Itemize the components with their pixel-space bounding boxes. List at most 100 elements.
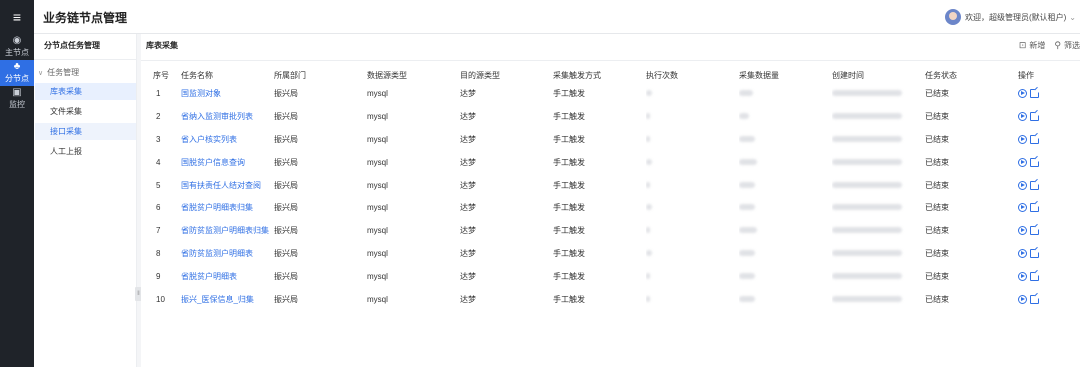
- hamburger-icon[interactable]: ≡: [0, 0, 34, 34]
- exec-count-cell: [646, 105, 739, 128]
- task-name-link[interactable]: 省脱贫户明细表: [181, 265, 274, 288]
- data-volume-cell: [739, 151, 832, 174]
- row-number: 10: [156, 294, 165, 304]
- edit-icon[interactable]: [1030, 226, 1039, 236]
- trigger-cell: 手工触发: [553, 134, 585, 144]
- row-number: 6: [156, 203, 161, 213]
- filter-button[interactable]: ⚲ 筛选: [1054, 40, 1080, 51]
- data-volume-cell: [739, 105, 832, 128]
- row-actions: [1018, 249, 1080, 259]
- redacted-value: [739, 89, 753, 96]
- edit-icon[interactable]: [1030, 249, 1039, 259]
- exec-count-cell: [646, 151, 739, 174]
- source-type-cell: mysql: [367, 180, 388, 190]
- exec-count-cell: [646, 196, 739, 219]
- tree-item-api-collect[interactable]: 接口采集: [35, 123, 136, 140]
- panel-title: 分节点任务管理: [44, 41, 100, 50]
- redacted-value: [739, 227, 757, 234]
- redacted-value: [832, 227, 902, 234]
- col-header-trigger: 采集触发方式: [553, 70, 601, 80]
- col-header-src: 数据源类型: [367, 70, 407, 80]
- ops-cell: [1018, 265, 1080, 288]
- rail-item-label: 分节点: [5, 74, 29, 83]
- ops-cell: [1018, 196, 1080, 219]
- nav-rail: ≡ ◉ 主节点 ♣ 分节点 ▣ 监控: [0, 0, 34, 367]
- edit-icon[interactable]: [1030, 111, 1039, 121]
- data-volume-cell: [739, 242, 832, 265]
- exec-count-cell: [646, 128, 739, 151]
- table-row: 5 国有扶责任人结对查阅 振兴局 mysql 达梦 手工触发 已结束: [141, 174, 1080, 197]
- run-icon[interactable]: [1018, 203, 1027, 213]
- tree-item-file-collect[interactable]: 文件采集: [35, 103, 136, 120]
- run-icon[interactable]: [1018, 88, 1027, 98]
- task-name-link[interactable]: 省防贫监测户明细表归集: [181, 219, 274, 242]
- rail-item-main-node[interactable]: ◉ 主节点: [0, 34, 34, 60]
- row-actions: [1018, 157, 1080, 167]
- exec-count-cell: [646, 242, 739, 265]
- edit-icon[interactable]: [1030, 88, 1039, 98]
- table-row: 8 省防贫监测户明细表 振兴局 mysql 达梦 手工触发 已结束: [141, 242, 1080, 265]
- edit-icon[interactable]: [1030, 203, 1039, 213]
- dept-cell: 振兴局: [274, 249, 298, 259]
- dept-cell: 振兴局: [274, 134, 298, 144]
- edit-icon[interactable]: [1030, 180, 1039, 190]
- edit-icon[interactable]: [1030, 134, 1039, 144]
- task-name-link[interactable]: 国脱贫户信息查询: [181, 151, 274, 174]
- dept-cell: 振兴局: [274, 157, 298, 167]
- edit-icon[interactable]: [1030, 157, 1039, 167]
- task-name-link[interactable]: 国有扶责任人结对查阅: [181, 174, 274, 197]
- edit-icon[interactable]: [1030, 272, 1039, 282]
- run-icon[interactable]: [1018, 134, 1027, 144]
- redacted-value: [739, 158, 757, 165]
- tree-item-table-collect[interactable]: 库表采集: [35, 83, 136, 100]
- run-icon[interactable]: [1018, 111, 1027, 121]
- add-label: 新增: [1029, 41, 1046, 50]
- user-menu[interactable]: 欢迎，超级管理员(默认租户) ⌄: [944, 9, 1076, 25]
- tree-item-manual-report[interactable]: 人工上报: [35, 143, 136, 160]
- status-cell: 已结束: [925, 203, 949, 213]
- dept-cell: 振兴局: [274, 294, 298, 304]
- data-volume-cell: [739, 82, 832, 105]
- redacted-value: [646, 135, 650, 142]
- add-button[interactable]: ⊡ 新增: [1019, 40, 1046, 51]
- network-icon: ♣: [13, 61, 21, 72]
- source-type-cell: mysql: [367, 111, 388, 121]
- table-row: 9 省脱贫户明细表 振兴局 mysql 达梦 手工触发 已结束: [141, 265, 1080, 288]
- redacted-value: [832, 135, 902, 142]
- run-icon[interactable]: [1018, 157, 1027, 167]
- task-name-link[interactable]: 省脱贫户明细表归集: [181, 196, 274, 219]
- run-icon[interactable]: [1018, 226, 1027, 236]
- row-number: 9: [156, 272, 161, 282]
- task-name-link[interactable]: 振兴_医保信息_归集: [181, 288, 274, 311]
- filter-label: 筛选: [1064, 41, 1080, 50]
- trigger-cell: 手工触发: [553, 157, 585, 167]
- exec-count-cell: [646, 174, 739, 197]
- redacted-value: [646, 181, 650, 188]
- toolbar: ⊡ 新增 ⚲ 筛选: [1010, 40, 1080, 51]
- task-name-link[interactable]: 省纳入监测审批列表: [181, 105, 274, 128]
- rail-item-monitor[interactable]: ▣ 监控: [0, 86, 34, 112]
- target-type-cell: 达梦: [460, 226, 476, 236]
- task-name-link[interactable]: 省入户核实列表: [181, 128, 274, 151]
- dept-cell: 振兴局: [274, 226, 298, 236]
- col-header-dst: 目的源类型: [460, 70, 500, 80]
- run-icon[interactable]: [1018, 249, 1027, 259]
- data-volume-cell: [739, 196, 832, 219]
- rail-item-sub-node[interactable]: ♣ 分节点: [0, 60, 34, 86]
- row-number: 3: [156, 134, 161, 144]
- row-actions: [1018, 180, 1080, 190]
- run-icon[interactable]: [1018, 180, 1027, 190]
- run-icon[interactable]: [1018, 294, 1027, 304]
- data-volume-cell: [739, 174, 832, 197]
- source-type-cell: mysql: [367, 226, 388, 236]
- run-icon[interactable]: [1018, 272, 1027, 282]
- row-number: 1: [156, 88, 161, 98]
- task-name-link[interactable]: 省防贫监测户明细表: [181, 242, 274, 265]
- task-name-link[interactable]: 国监测对象: [181, 82, 274, 105]
- redacted-value: [832, 204, 902, 211]
- redacted-value: [646, 250, 652, 257]
- edit-icon[interactable]: [1030, 294, 1039, 304]
- tree-group-task-management[interactable]: ∨ 任务管理: [38, 67, 79, 78]
- redacted-value: [739, 181, 755, 188]
- data-volume-cell: [739, 219, 832, 242]
